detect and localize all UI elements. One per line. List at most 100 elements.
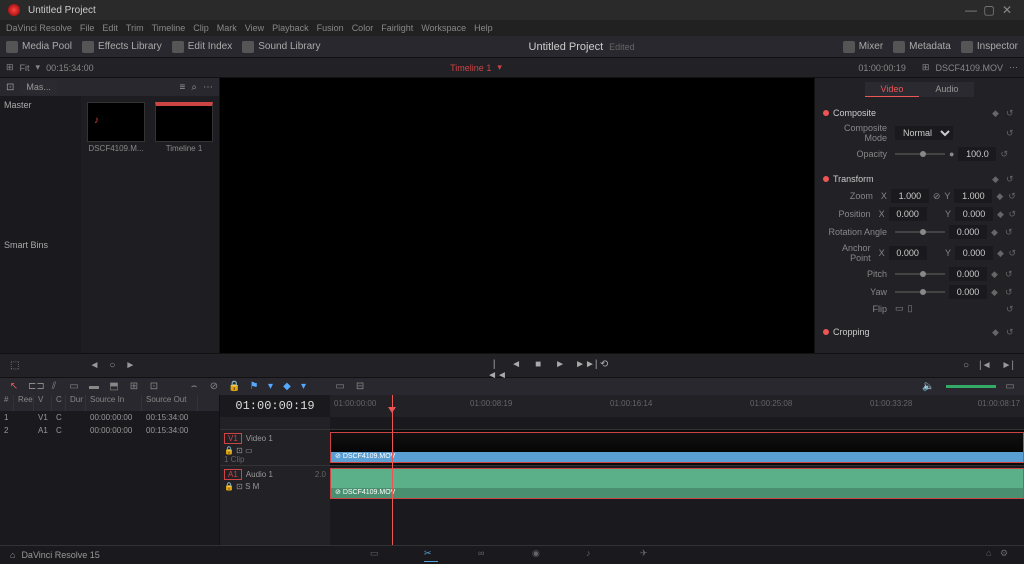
rotation-input[interactable] bbox=[949, 225, 987, 239]
menu-workspace[interactable]: Workspace bbox=[421, 23, 466, 33]
fit-to-fill-icon[interactable]: ⊞ bbox=[128, 381, 140, 393]
reset-icon[interactable]: ↺ bbox=[1005, 227, 1015, 237]
reset-icon[interactable]: ↺ bbox=[1008, 248, 1016, 258]
stop-button[interactable]: ■ bbox=[531, 359, 545, 373]
flip-v-button[interactable]: ▯ bbox=[908, 303, 913, 314]
reset-icon[interactable]: ↺ bbox=[1000, 149, 1010, 159]
options-icon[interactable]: ⋯ bbox=[1009, 62, 1018, 73]
menu-playback[interactable]: Playback bbox=[272, 23, 309, 33]
marker-icon[interactable]: ◆ bbox=[281, 381, 293, 393]
expand-icon[interactable]: ⊡ bbox=[6, 82, 14, 93]
audio-track-head[interactable]: A1Audio 12.0 🔒 ⊡ S M bbox=[220, 465, 330, 501]
opacity-slider[interactable] bbox=[895, 153, 945, 155]
view-scale[interactable]: Fit bbox=[20, 63, 30, 73]
inspector-video-tab[interactable]: Video bbox=[865, 82, 920, 97]
media-clip[interactable]: ♪ DSCF4109.M... bbox=[87, 102, 145, 153]
audio-track[interactable]: ⊘ DSCF4109.MOV bbox=[330, 465, 1024, 501]
yaw-slider[interactable] bbox=[895, 291, 945, 293]
timeline-tracks[interactable]: 01:00:00:00 01:00:08:19 01:00:16:14 01:0… bbox=[330, 395, 1024, 545]
flag-icon[interactable]: ⚑ bbox=[248, 381, 260, 393]
reset-icon[interactable]: ↺ bbox=[1008, 209, 1016, 219]
minimize-button[interactable]: — bbox=[962, 3, 980, 17]
play-reverse-button[interactable]: ◄ bbox=[509, 359, 523, 373]
media-timeline[interactable]: Timeline 1 bbox=[155, 102, 213, 153]
inspector-audio-tab[interactable]: Audio bbox=[919, 82, 974, 97]
play-button[interactable]: ► bbox=[553, 359, 567, 373]
reset-icon[interactable]: ↺ bbox=[1006, 304, 1016, 314]
trim-tool[interactable]: ⊏⊐ bbox=[28, 381, 40, 393]
snap-icon[interactable]: ▭ bbox=[334, 381, 346, 393]
menu-edit[interactable]: Edit bbox=[102, 23, 118, 33]
opacity-input[interactable] bbox=[958, 147, 996, 161]
prev-edit-icon[interactable]: ◄ bbox=[89, 360, 99, 371]
pos-y-input[interactable] bbox=[955, 207, 993, 221]
lock-icon[interactable]: 🔒 bbox=[228, 381, 240, 393]
master-bin[interactable]: Master bbox=[4, 100, 77, 110]
anchor-x-input[interactable] bbox=[889, 246, 927, 260]
menu-trim[interactable]: Trim bbox=[126, 23, 144, 33]
link-icon[interactable]: ⊘ bbox=[933, 191, 941, 202]
edit-index-row[interactable]: 1 V1C 00:00:00:0000:15:34:00 bbox=[0, 411, 219, 424]
go-out-icon[interactable]: ►| bbox=[1001, 360, 1014, 371]
reverse-icon[interactable]: ○ bbox=[109, 360, 115, 371]
edit-index-toggle[interactable]: Edit Index bbox=[172, 41, 232, 53]
sound-library-toggle[interactable]: Sound Library bbox=[242, 41, 320, 53]
timecode-display[interactable]: 01:00:00:19 bbox=[220, 395, 330, 417]
pitch-input[interactable] bbox=[949, 267, 987, 281]
menu-file[interactable]: File bbox=[80, 23, 95, 33]
transform-header[interactable]: Transform bbox=[833, 174, 874, 184]
yaw-input[interactable] bbox=[949, 285, 987, 299]
timeline-opts-icon[interactable]: ⊟ bbox=[354, 381, 366, 393]
zoom-x-input[interactable] bbox=[891, 189, 929, 203]
timeline-view-icon[interactable]: ▭ bbox=[1004, 381, 1016, 393]
home-icon[interactable]: ⌂ bbox=[10, 550, 15, 560]
pitch-slider[interactable] bbox=[895, 273, 945, 275]
pos-x-input[interactable] bbox=[889, 207, 927, 221]
menu-color[interactable]: Color bbox=[352, 23, 374, 33]
audio-clip[interactable]: ⊘ DSCF4109.MOV bbox=[330, 468, 1024, 499]
reset-icon[interactable]: ↺ bbox=[1008, 191, 1016, 201]
menu-view[interactable]: View bbox=[245, 23, 264, 33]
link-icon[interactable]: ⌢ bbox=[188, 381, 200, 393]
timeline-ruler[interactable]: 01:00:00:00 01:00:08:19 01:00:16:14 01:0… bbox=[330, 395, 1024, 417]
insert-icon[interactable]: ▭ bbox=[68, 381, 80, 393]
maximize-button[interactable]: ▢ bbox=[980, 3, 998, 17]
menu-clip[interactable]: Clip bbox=[193, 23, 209, 33]
selection-tool[interactable]: ↖ bbox=[8, 381, 20, 393]
composite-mode-select[interactable]: Normal bbox=[895, 126, 953, 140]
replace-icon[interactable]: ⬒ bbox=[108, 381, 120, 393]
reset-icon[interactable]: ↺ bbox=[1005, 287, 1015, 297]
next-edit-icon[interactable]: ► bbox=[125, 360, 135, 371]
media-page[interactable]: ▭ bbox=[370, 548, 384, 562]
video-track[interactable]: ⊘ DSCF4109.MOV bbox=[330, 429, 1024, 465]
menu-help[interactable]: Help bbox=[474, 23, 493, 33]
options-icon[interactable]: ⋯ bbox=[203, 82, 213, 93]
anchor-y-input[interactable] bbox=[955, 246, 993, 260]
video-clip[interactable]: ⊘ DSCF4109.MOV bbox=[330, 432, 1024, 463]
reset-icon[interactable]: ↺ bbox=[1006, 327, 1016, 337]
list-view-icon[interactable]: ≡ bbox=[180, 82, 186, 93]
menu-mark[interactable]: Mark bbox=[217, 23, 237, 33]
viewer-monitor[interactable] bbox=[220, 78, 814, 353]
overwrite-icon[interactable]: ▬ bbox=[88, 381, 100, 393]
blade-tool[interactable]: ⫽ bbox=[48, 381, 60, 393]
inspector-toggle[interactable]: Inspector bbox=[961, 41, 1018, 53]
menu-fusion[interactable]: Fusion bbox=[317, 23, 344, 33]
edit-index-row[interactable]: 2 A1C 00:00:00:0000:15:34:00 bbox=[0, 424, 219, 437]
loop-button[interactable]: ⟲ bbox=[597, 359, 611, 373]
project-manager-icon[interactable]: ⌂ bbox=[986, 548, 1000, 562]
effects-library-toggle[interactable]: Effects Library bbox=[82, 41, 162, 53]
zoom-y-input[interactable] bbox=[954, 189, 992, 203]
rotation-slider[interactable] bbox=[895, 231, 945, 233]
mixer-toggle[interactable]: Mixer bbox=[843, 41, 883, 53]
bin-tab[interactable]: Mas... bbox=[20, 80, 57, 94]
timeline-name[interactable]: Timeline 1 bbox=[450, 63, 491, 73]
fusion-page[interactable]: ∞ bbox=[478, 548, 492, 562]
in-point-icon[interactable]: ○ bbox=[963, 360, 969, 371]
close-button[interactable]: ✕ bbox=[998, 3, 1016, 17]
go-in-icon[interactable]: |◄ bbox=[979, 360, 992, 371]
view-grid-icon[interactable]: ⊞ bbox=[6, 62, 14, 73]
keyframe-icon[interactable]: ◆ bbox=[992, 108, 1002, 118]
metadata-toggle[interactable]: Metadata bbox=[893, 41, 951, 53]
composite-header[interactable]: Composite bbox=[833, 108, 876, 118]
